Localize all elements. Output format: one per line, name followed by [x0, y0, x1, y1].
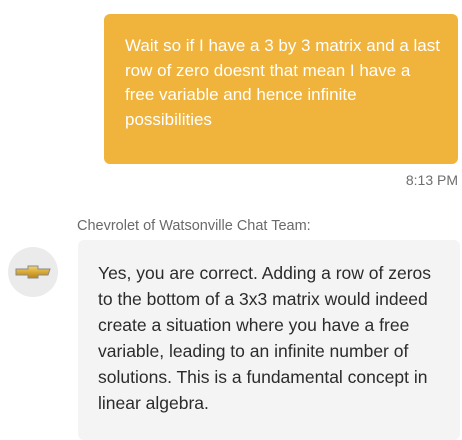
agent-avatar [8, 247, 58, 297]
agent-message-text: Yes, you are correct. Adding a row of ze… [98, 263, 432, 413]
user-message-text: Wait so if I have a 3 by 3 matrix and a … [125, 36, 440, 129]
message-timestamp: 8:13 PM [405, 172, 458, 188]
user-message-bubble: Wait so if I have a 3 by 3 matrix and a … [104, 14, 458, 164]
agent-name-label: Chevrolet of Watsonville Chat Team: [77, 218, 311, 234]
agent-message-bubble: Yes, you are correct. Adding a row of ze… [78, 240, 460, 440]
chat-transcript: Wait so if I have a 3 by 3 matrix and a … [0, 0, 462, 440]
chevrolet-logo-icon [15, 265, 51, 279]
